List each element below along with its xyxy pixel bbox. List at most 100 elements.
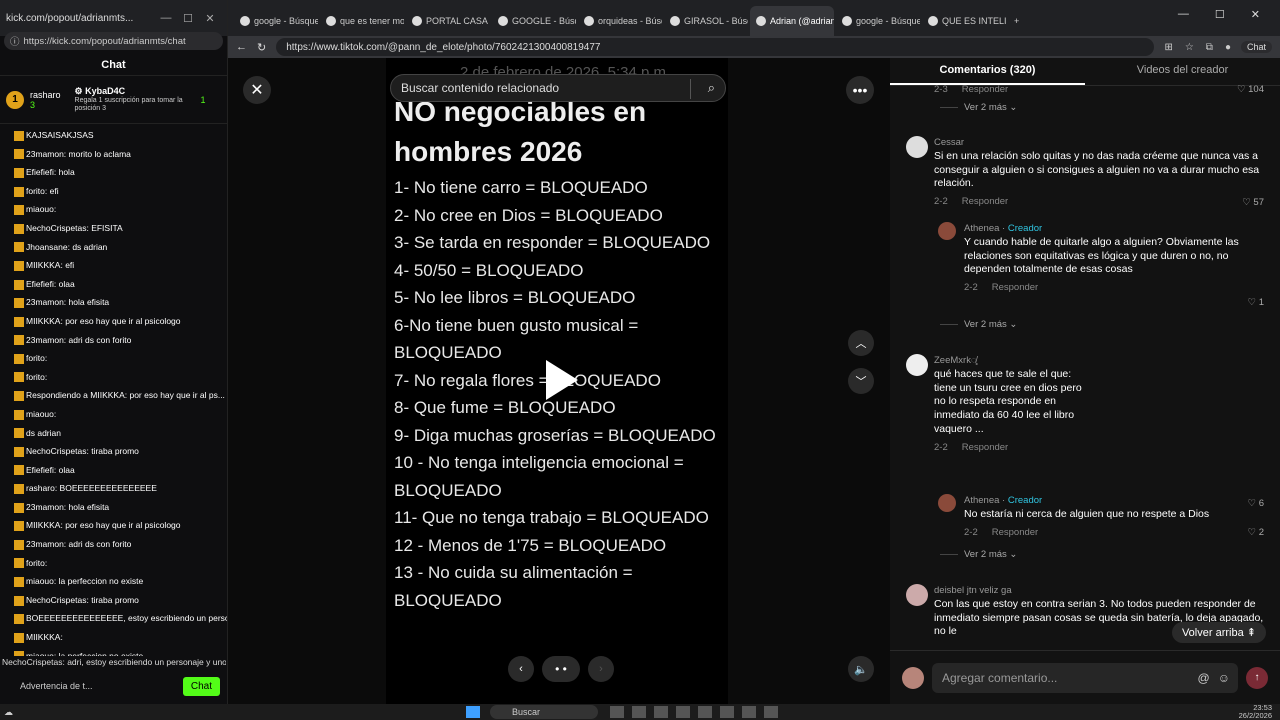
browser-tab[interactable]: google - Búsqueda✕ — [836, 6, 920, 36]
store-icon[interactable] — [654, 706, 668, 718]
search-input[interactable]: Buscar contenido relacionado ⌕ — [390, 74, 726, 102]
edge-icon[interactable] — [632, 706, 646, 718]
comment-author[interactable]: Athenea · Creador — [964, 494, 1264, 508]
subscriber-badge-icon — [14, 577, 24, 587]
chat-message-text: 23mamon: hola efisita — [26, 501, 110, 512]
search-icon[interactable]: ⌕ — [708, 80, 715, 96]
close-icon[interactable]: ✕ — [199, 12, 221, 25]
comments-panel: Comentarios (320) Videos del creador 2-3… — [890, 58, 1280, 704]
discord-icon[interactable] — [742, 706, 756, 718]
leaderboard: 1 rasharo 3 ⚙ KybaD4C Regala 1 suscripci… — [0, 76, 227, 124]
mail-icon[interactable] — [698, 706, 712, 718]
emoji-icon[interactable]: ☺ — [1218, 671, 1230, 685]
send-icon[interactable]: ↑ — [1246, 666, 1268, 689]
maximize-icon[interactable]: ☐ — [177, 12, 199, 25]
chrome-icon[interactable] — [720, 706, 734, 718]
mention-icon[interactable]: @ — [1198, 671, 1210, 685]
star-icon[interactable]: ☆ — [1185, 42, 1194, 53]
tab-search-icon[interactable]: ⊞ — [1164, 42, 1172, 53]
chat-button[interactable]: Chat — [182, 676, 220, 696]
browser-tab[interactable]: GIRASOL - Búsque...✕ — [664, 6, 748, 36]
view-more-replies[interactable]: Ver 2 más ⌄ — [940, 549, 1017, 560]
clock[interactable]: 23:53 26/2/2026 — [1239, 704, 1272, 720]
like-button[interactable]: ♡ 2 — [1248, 526, 1264, 540]
tab-label: Adrian (@adrianmt... — [770, 16, 834, 26]
comment-date: 2-2 — [964, 282, 978, 294]
previous-post-button[interactable]: ︿ — [848, 330, 874, 356]
browser-tab[interactable]: Adrian (@adrianmt...✕ — [750, 6, 834, 36]
weather-widget[interactable]: ☁ — [4, 707, 13, 718]
comment-author[interactable]: ZeeMxrk◌̸͓ — [934, 354, 1264, 368]
tab-label: que es tener mom... — [340, 16, 404, 26]
like-button[interactable]: ♡ 104 — [1237, 83, 1264, 97]
avatar[interactable] — [938, 494, 956, 512]
next-photo-button[interactable]: › — [588, 656, 614, 682]
address-bar-row: ← ↻ https://www.tiktok.com/@pann_de_elot… — [228, 36, 1280, 58]
creator-label: Creador — [1007, 495, 1043, 506]
view-more-replies[interactable]: Ver 2 más ⌄ — [940, 102, 1017, 113]
reply-button[interactable]: Responder — [992, 526, 1038, 540]
comment-input[interactable]: Agregar comentario... @ ☺ — [932, 662, 1238, 693]
post-list-item: 1- No tiene carro = BLOQUEADO — [394, 178, 648, 197]
maximize-icon[interactable]: ☐ — [1215, 8, 1225, 21]
reply-button[interactable]: Responder — [962, 195, 1008, 209]
comment-author[interactable]: Athenea · Creador — [964, 222, 1264, 236]
next-post-button[interactable]: ﹀ — [848, 368, 874, 394]
comment-text: Si en una relación solo quitas y no das … — [934, 149, 1260, 190]
avatar[interactable] — [906, 584, 928, 606]
chat-message-text: 23mamon: morito lo aclama — [26, 148, 131, 159]
reload-icon[interactable]: ↻ — [257, 41, 266, 54]
kick-icon[interactable] — [764, 706, 778, 718]
author-name: Athenea — [964, 495, 1000, 506]
back-icon[interactable]: ← — [236, 41, 247, 53]
browser-tab[interactable]: PORTAL CASA - Bú...✕ — [406, 6, 490, 36]
reply-button[interactable]: Responder — [992, 281, 1038, 295]
favicon-icon — [498, 16, 508, 26]
subscriber-badge-icon — [14, 130, 24, 141]
extensions-icon[interactable]: ⧉ — [1206, 42, 1213, 53]
view-more-replies[interactable]: Ver 2 más ⌄ — [940, 319, 1017, 330]
like-button[interactable]: ♡ 1 — [1248, 296, 1264, 310]
start-icon[interactable] — [466, 706, 480, 718]
taskbar-search[interactable]: Buscar — [490, 705, 598, 719]
browser-tab[interactable]: google - Búsqueda✕ — [234, 6, 318, 36]
minimize-icon[interactable]: — — [155, 12, 177, 24]
folder-icon[interactable] — [676, 706, 690, 718]
browser-tab[interactable]: GOOGLE - Búsque...✕ — [492, 6, 576, 36]
reply-button[interactable]: Responder — [962, 441, 1008, 455]
task-view-icon[interactable] — [610, 706, 624, 718]
close-icon[interactable]: ✕ — [1251, 8, 1260, 21]
avatar[interactable] — [906, 354, 928, 376]
subscriber-badge-icon — [14, 539, 24, 550]
avatar[interactable] — [938, 222, 956, 240]
photo-dots: • • — [542, 656, 580, 682]
post-list-item: 12 - Menos de 1'75 = BLOQUEADO — [394, 535, 667, 555]
browser-tab[interactable]: QUE ES INTELIGEN...✕ — [922, 6, 1006, 36]
more-options-button[interactable]: ••• — [846, 76, 874, 104]
avatar[interactable] — [906, 136, 928, 158]
kick-url-bar[interactable]: ⓘ https://kick.com/popout/adrianmts/chat — [4, 32, 223, 50]
back-to-top-button[interactable]: Volver arriba ⇞ — [1171, 622, 1266, 643]
subscriber-badge-icon — [14, 484, 24, 495]
browser-chat-button[interactable]: Chat — [1240, 41, 1272, 53]
chat-message: Efiefiefi: olaa — [14, 461, 227, 480]
new-tab-button[interactable]: + — [1008, 6, 1032, 36]
chat-message-text: KAJSAISAKJSAS — [26, 130, 94, 140]
comment-author[interactable]: deisbel jtn veliz ga — [934, 584, 1264, 598]
close-viewer-button[interactable]: ✕ — [243, 76, 271, 104]
minimize-icon[interactable]: — — [1178, 8, 1189, 21]
subscriber-badge-icon — [14, 428, 24, 439]
comment-author[interactable]: Cessar — [934, 136, 1264, 150]
play-icon[interactable] — [546, 360, 578, 400]
like-button[interactable]: ♡ 57 — [1242, 196, 1264, 210]
chat-message: ds adrian — [14, 424, 227, 443]
browser-tab[interactable]: que es tener mom...✕ — [320, 6, 404, 36]
prev-photo-button[interactable]: ‹ — [508, 656, 534, 682]
profile-icon[interactable]: ● — [1225, 42, 1231, 53]
crown-icon: 1 — [6, 90, 24, 109]
volume-icon[interactable]: 🔈 — [848, 656, 874, 682]
browser-tab[interactable]: orquideas - Búsqu...✕ — [578, 6, 662, 36]
address-bar[interactable]: https://www.tiktok.com/@pann_de_elote/ph… — [276, 38, 1155, 56]
chat-message: miaouo: — [14, 405, 227, 424]
reply-button[interactable]: Responder — [962, 83, 1008, 97]
